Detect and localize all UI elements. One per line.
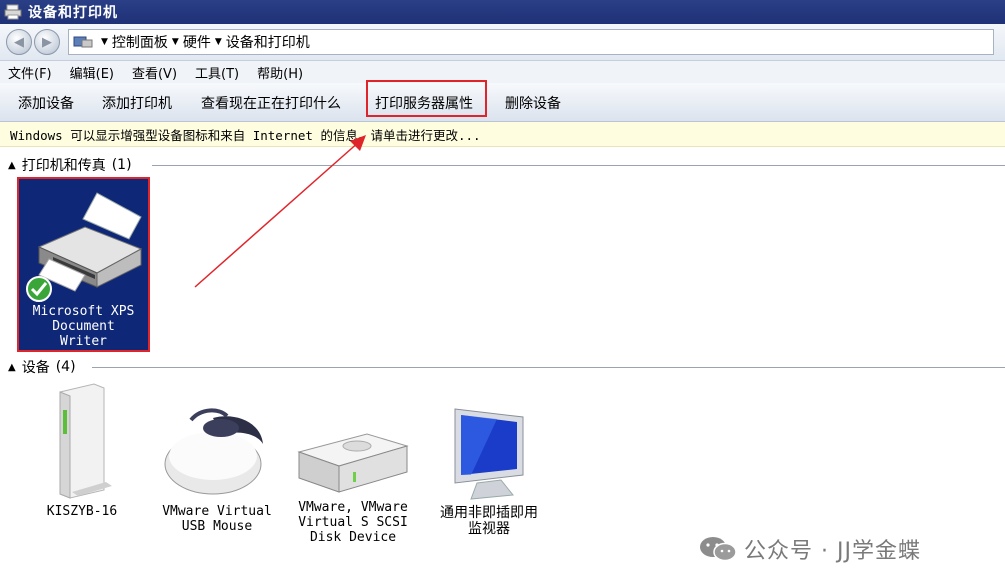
forward-arrow-icon: ▶ [42,34,52,50]
printer-app-icon [4,4,22,20]
device-label: VMware Virtual USB Mouse [162,504,272,534]
info-bar[interactable]: Windows 可以显示增强型设备图标和来自 Internet 的信息。请单击进… [0,122,1005,147]
remove-device-button[interactable]: 删除设备 [505,93,561,113]
device-label: VMware, VMware Virtual S SCSI Disk Devic… [298,500,408,545]
menu-tools[interactable]: 工具(T) [195,63,239,82]
computer-tower-icon [59,383,112,499]
watermark: 公众号 · JJ学金蝶 [698,533,921,565]
see-whats-printing-button[interactable]: 查看现在正在打印什么 [201,93,341,113]
control-panel-icon [73,36,93,48]
back-arrow-icon: ◀ [14,34,24,50]
menu-help[interactable]: 帮助(H) [257,63,303,82]
chevron-right-icon[interactable]: ▼ [172,37,179,47]
device-tile-computer[interactable]: KISZYB-16 [30,382,134,519]
add-device-button[interactable]: 添加设备 [18,93,74,113]
group-title: 设备 [21,360,50,376]
command-bar: 添加设备 添加打印机 查看现在正在打印什么 打印服务器属性 删除设备 [0,83,1005,122]
add-printer-button[interactable]: 添加打印机 [102,93,172,113]
collapse-triangle-icon[interactable]: ▲ [8,362,16,373]
annotation-arrow-icon [194,135,366,288]
address-bar: ◀ ▶ ▼ 控制面板 ▼ 硬件 ▼ 设备和打印机 [0,24,1005,61]
mouse-icon [164,408,263,495]
printer-label: Microsoft XPS Document Writer [32,304,135,349]
breadcrumb-hardware[interactable]: 硬件 [183,32,211,52]
breadcrumb-devices-printers[interactable]: 设备和打印机 [226,32,310,52]
group-count: (4) [55,359,76,375]
chevron-right-icon[interactable]: ▼ [215,37,222,47]
menu-file[interactable]: 文件(F) [8,63,52,82]
disk-drive-icon [297,433,409,493]
device-tile-mouse[interactable]: VMware Virtual USB Mouse [158,400,276,534]
check-status-icon [26,276,52,302]
breadcrumb-control-panel[interactable]: 控制面板 [112,32,168,52]
group-header-printers[interactable]: ▲ 打印机和传真 (1) [8,155,132,175]
chevron-right-icon[interactable]: ▼ [101,37,108,47]
back-button[interactable]: ◀ [6,29,32,55]
forward-button[interactable]: ▶ [34,29,60,55]
wechat-icon [700,537,737,562]
menu-bar: 文件(F) 编辑(E) 查看(V) 工具(T) 帮助(H) [0,61,1005,83]
watermark-text: 公众号 · JJ学金蝶 [744,539,921,564]
window-title: 设备和打印机 [28,5,118,21]
device-tile-disk[interactable]: VMware, VMware Virtual S SCSI Disk Devic… [293,430,413,545]
device-label: 通用非即插即用 监视器 [440,505,538,537]
group-header-devices[interactable]: ▲ 设备 (4) [8,357,76,377]
group-count: (1) [111,157,132,173]
device-label: KISZYB-16 [46,504,118,519]
group-title: 打印机和传真 [21,158,106,174]
device-tile-monitor[interactable]: 通用非即插即用 监视器 [430,405,548,537]
highlight-box [366,80,487,117]
monitor-icon [454,408,524,500]
title-bar: 设备和打印机 [0,0,1005,24]
collapse-triangle-icon[interactable]: ▲ [8,160,16,171]
menu-view[interactable]: 查看(V) [132,63,177,82]
menu-edit[interactable]: 编辑(E) [70,63,114,82]
group-divider [92,367,1005,368]
printer-tile[interactable]: Microsoft XPS Document Writer [17,177,150,352]
breadcrumb[interactable]: ▼ 控制面板 ▼ 硬件 ▼ 设备和打印机 [68,29,994,55]
